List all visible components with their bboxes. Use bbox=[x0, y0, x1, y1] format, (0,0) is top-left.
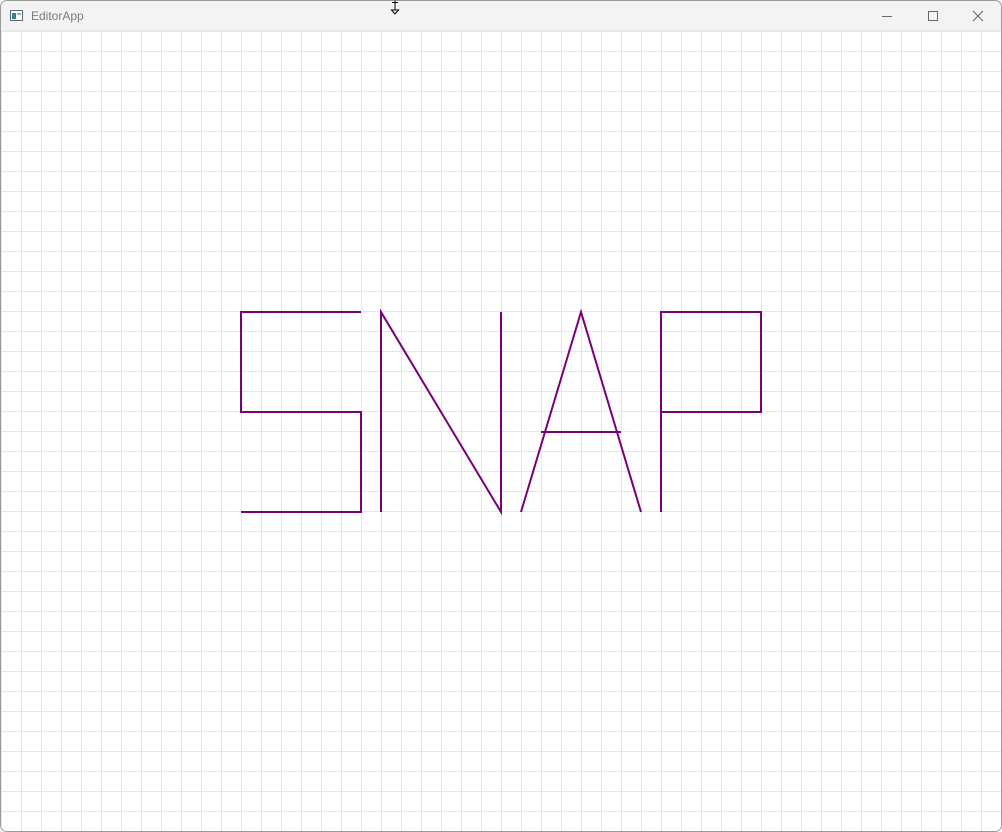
drawing-layer bbox=[240, 308, 762, 516]
maximize-icon bbox=[928, 11, 938, 21]
title-bar[interactable]: EditorApp bbox=[1, 1, 1001, 31]
letter-s-stroke[interactable] bbox=[240, 311, 362, 513]
minimize-button[interactable] bbox=[864, 1, 910, 31]
app-icon bbox=[10, 10, 23, 21]
close-button[interactable] bbox=[955, 1, 1001, 31]
window-title: EditorApp bbox=[31, 9, 84, 23]
maximize-button[interactable] bbox=[910, 1, 956, 31]
close-icon bbox=[972, 10, 984, 22]
letter-a-stroke[interactable] bbox=[520, 308, 642, 513]
drawing-canvas[interactable] bbox=[1, 31, 1001, 831]
minimize-icon bbox=[882, 16, 892, 17]
letter-p-stroke[interactable] bbox=[660, 311, 762, 512]
resize-vertical-cursor-icon bbox=[390, 0, 400, 15]
letter-n-stroke[interactable] bbox=[380, 308, 502, 516]
app-window: EditorApp bbox=[0, 0, 1002, 832]
